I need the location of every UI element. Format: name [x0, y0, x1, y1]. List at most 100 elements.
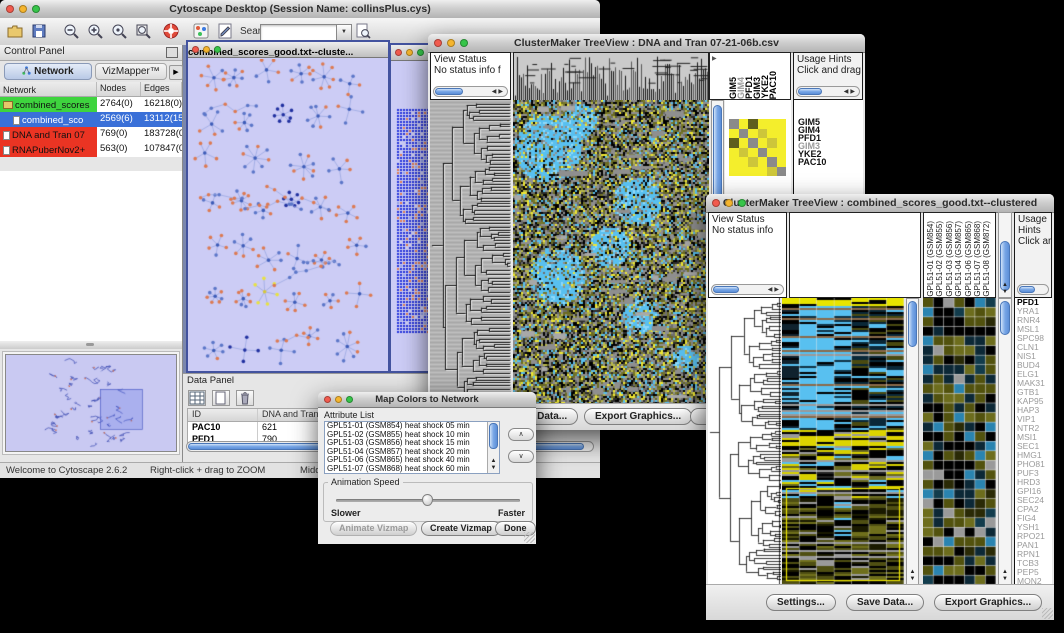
matrix-cell[interactable]: [777, 119, 787, 129]
zoom-selected-icon[interactable]: [110, 22, 128, 40]
treeview1-row-dendrogram[interactable]: [430, 100, 511, 404]
matrix-cell[interactable]: [767, 148, 777, 158]
view-status-hscrollbar[interactable]: ◀▶: [433, 86, 508, 97]
matrix-cell[interactable]: [767, 138, 777, 148]
dialog-titlebar[interactable]: Map Colors to Network: [318, 392, 536, 408]
attribute-item[interactable]: GPL51-07 (GSM868) heat shock 60 min: [325, 465, 499, 474]
matrix-cell[interactable]: [758, 167, 768, 177]
panel-divider-handle[interactable]: [0, 341, 182, 349]
treeview2-gene-vscrollbar[interactable]: ▲▼: [998, 298, 1012, 585]
matrix-cell[interactable]: [758, 129, 768, 139]
usage-hints-hscrollbar[interactable]: ◀▶: [796, 86, 860, 97]
column-label[interactable]: GPL51-07 (GSM868): [973, 221, 982, 297]
tab-overflow-arrow[interactable]: ▶: [169, 65, 183, 80]
close-button[interactable]: [6, 5, 14, 13]
matrix-cell[interactable]: [777, 167, 787, 177]
export-graphics-button[interactable]: Export Graphics...: [584, 408, 692, 425]
zoom-button[interactable]: [346, 396, 353, 403]
slider-thumb[interactable]: [422, 494, 433, 506]
network-table-row[interactable]: combined_sco 2569(6) 13112(15): [0, 112, 182, 127]
column-label[interactable]: GPL51-06 (GSM865): [964, 221, 973, 297]
zoom-out-icon[interactable]: [62, 22, 80, 40]
treeview1-titlebar[interactable]: ClusterMaker TreeView : DNA and Tran 07-…: [428, 34, 865, 53]
tab-vizmapper[interactable]: VizMapper™: [95, 63, 167, 80]
settings-button[interactable]: Settings...: [766, 594, 836, 611]
matrix-cell[interactable]: [748, 167, 758, 177]
matrix-cell[interactable]: [777, 129, 787, 139]
treeview2-titlebar[interactable]: ClusterMaker TreeView : combined_scores_…: [706, 194, 1054, 213]
zoom-button[interactable]: [738, 199, 746, 207]
resize-grip[interactable]: [524, 532, 535, 543]
zoom-button[interactable]: [32, 5, 40, 13]
annotation-icon[interactable]: [216, 22, 234, 40]
close-button[interactable]: [192, 46, 199, 53]
matrix-cell[interactable]: [739, 157, 749, 167]
view-status-hscrollbar[interactable]: ◀▶: [711, 284, 784, 295]
column-label[interactable]: GPL51-01 (GSM854): [926, 221, 935, 297]
treeview1-heatmap[interactable]: [513, 100, 709, 404]
column-label[interactable]: GPL51-03 (GSM856): [945, 221, 954, 297]
zoom-button[interactable]: [417, 49, 424, 56]
matrix-cell[interactable]: [777, 157, 787, 167]
minimize-button[interactable]: [447, 39, 455, 47]
zoom-button[interactable]: [460, 39, 468, 47]
network-table-row[interactable]: DNA and Tran 07 769(0) 183728(0): [0, 127, 182, 142]
matrix-cell[interactable]: [767, 167, 777, 177]
matrix-cell[interactable]: [739, 119, 749, 129]
matrix-cell[interactable]: [758, 138, 768, 148]
matrix-cell[interactable]: [739, 138, 749, 148]
birdseye-view-canvas[interactable]: [5, 354, 177, 452]
column-label[interactable]: PAC10: [768, 71, 776, 99]
matrix-cell[interactable]: [739, 148, 749, 158]
open-folder-icon[interactable]: [6, 22, 24, 40]
close-button[interactable]: [712, 199, 720, 207]
network-window-titlebar[interactable]: combined_scores_good.txt--cluste...: [188, 42, 388, 58]
matrix-cell[interactable]: [767, 157, 777, 167]
save-data-button[interactable]: Save Data...: [846, 594, 924, 611]
network-view-canvas[interactable]: [190, 59, 386, 371]
minimize-button[interactable]: [406, 49, 413, 56]
close-button[interactable]: [324, 396, 331, 403]
close-button[interactable]: [434, 39, 442, 47]
move-down-button[interactable]: ∨: [508, 450, 534, 463]
matrix-cell[interactable]: [729, 119, 739, 129]
treeview2-heatmap-vscrollbar[interactable]: ▲▼: [906, 298, 919, 585]
treeview2-top-vscrollbar[interactable]: ▲▼: [998, 212, 1012, 298]
create-vizmap-button[interactable]: Create Vizmap: [421, 521, 501, 536]
move-up-button[interactable]: ∧: [508, 428, 534, 441]
search-options-icon[interactable]: [354, 22, 372, 40]
matrix-cell[interactable]: [729, 167, 739, 177]
row-label[interactable]: PAC10: [796, 158, 863, 166]
matrix-cell[interactable]: [767, 129, 777, 139]
tab-network[interactable]: Network: [4, 63, 92, 80]
new-attribute-icon[interactable]: [212, 390, 230, 406]
matrix-cell[interactable]: [758, 157, 768, 167]
matrix-cell[interactable]: [739, 167, 749, 177]
matrix-cell[interactable]: [748, 138, 758, 148]
attribute-list-vscrollbar[interactable]: ▲▼: [487, 422, 499, 473]
column-label[interactable]: GPL51-08 (GSM872): [982, 221, 991, 297]
delete-attribute-trash-icon[interactable]: [236, 390, 254, 406]
column-label[interactable]: YKE2: [760, 75, 768, 99]
treeview2-column-dendrogram-area[interactable]: [789, 212, 921, 298]
matrix-cell[interactable]: [748, 148, 758, 158]
matrix-cell[interactable]: [729, 138, 739, 148]
matrix-cell[interactable]: [758, 148, 768, 158]
minimize-button[interactable]: [725, 199, 733, 207]
scrollbar-thumb[interactable]: [489, 423, 498, 449]
treeview2-zoom-heatmap[interactable]: [923, 298, 996, 585]
matrix-cell[interactable]: [758, 119, 768, 129]
treeview2-row-dendrogram[interactable]: [708, 298, 781, 585]
matrix-cell[interactable]: [767, 119, 777, 129]
zoom-button[interactable]: [214, 46, 221, 53]
column-label[interactable]: GIM4: [736, 77, 744, 99]
minimize-button[interactable]: [203, 46, 210, 53]
animation-speed-slider[interactable]: [336, 499, 520, 502]
zoom-in-icon[interactable]: [86, 22, 104, 40]
usage-hints-hscrollbar[interactable]: [1017, 284, 1049, 295]
matrix-cell[interactable]: [729, 129, 739, 139]
zoom-fit-icon[interactable]: [134, 22, 152, 40]
column-label[interactable]: GIM5: [728, 77, 736, 99]
matrix-cell[interactable]: [777, 138, 787, 148]
matrix-cell[interactable]: [739, 129, 749, 139]
